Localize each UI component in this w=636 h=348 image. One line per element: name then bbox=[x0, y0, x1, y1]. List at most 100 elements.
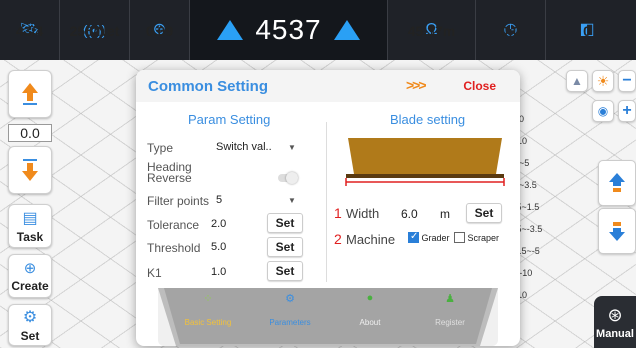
elevation-value: 4537 bbox=[255, 14, 322, 45]
dialog-title: Common Setting bbox=[148, 78, 268, 95]
up-triangle-icon bbox=[217, 20, 244, 40]
task-button[interactable]: ▤ Task bbox=[8, 204, 52, 248]
chevrons-icon: >>> bbox=[406, 77, 426, 93]
arrow-down-icon bbox=[22, 159, 38, 181]
arrow-down-icon bbox=[609, 222, 625, 241]
blade-section-title: Blade setting bbox=[390, 112, 466, 127]
width-label: Width bbox=[346, 206, 380, 221]
tab-basic-setting[interactable]: ⁘ Basic Setting bbox=[168, 292, 248, 327]
raise-button[interactable] bbox=[8, 70, 52, 118]
count-status: ◧ 0 bbox=[546, 0, 628, 60]
precision-status: ⊕ 0.09 bbox=[130, 0, 190, 60]
tab-label: Basic Setting bbox=[184, 318, 232, 327]
task-icon: ▤ bbox=[22, 210, 38, 227]
create-icon: ⊕ bbox=[23, 260, 37, 277]
tolerance-value[interactable]: 2.0 bbox=[211, 218, 226, 230]
dialog-tab-bar: ⁘ Basic Setting ⚙ Parameters ● About ♟ R… bbox=[158, 288, 498, 346]
arrow-up-icon bbox=[609, 173, 625, 192]
manual-mode-button[interactable]: ⊛ Manual bbox=[594, 296, 636, 348]
machine-label: Machine bbox=[346, 232, 396, 247]
offset-value: 0.0 bbox=[8, 124, 52, 142]
distance-status: Ω 45.37m bbox=[388, 0, 476, 60]
k1-value[interactable]: 1.0 bbox=[211, 266, 226, 278]
k1-set-button[interactable]: Set bbox=[267, 261, 303, 281]
satellite-status: 🛰 43/4 bbox=[0, 0, 60, 60]
machine-index: 2 bbox=[334, 231, 342, 247]
locate-button[interactable]: ◉ bbox=[592, 100, 614, 122]
zoom-in-button[interactable]: + bbox=[618, 100, 636, 122]
type-select[interactable]: Switch val.. bbox=[216, 141, 272, 153]
width-set-button[interactable]: Set bbox=[466, 203, 502, 223]
scraper-checkbox[interactable]: Scraper bbox=[454, 232, 500, 244]
tab-about[interactable]: ● About bbox=[330, 292, 410, 327]
tab-label: About bbox=[359, 318, 381, 327]
width-unit: m bbox=[440, 207, 450, 221]
settings-button[interactable]: ⚙ Set bbox=[8, 304, 52, 346]
network-value: 255/Net bbox=[69, 23, 120, 39]
locate-icon: ◉ bbox=[597, 104, 609, 118]
threshold-label: Threshold bbox=[147, 241, 201, 255]
grid-icon: ⁘ bbox=[203, 293, 213, 305]
scraper-label: Scraper bbox=[467, 233, 500, 243]
manual-label: Manual bbox=[596, 327, 634, 340]
tolerance-set-button[interactable]: Set bbox=[267, 213, 303, 233]
gear-icon: ⚙ bbox=[285, 293, 295, 305]
status-bar: 🛰 43/4 ((•)) 255/Net ⊕ 0.09 4537 Ω 45.37… bbox=[0, 0, 636, 60]
checkbox-unchecked-icon bbox=[454, 232, 465, 244]
count-value: 0 bbox=[583, 23, 591, 39]
precision-value: 0.09 bbox=[145, 23, 174, 39]
arrow-up-icon bbox=[22, 83, 38, 105]
type-label: Type bbox=[147, 141, 174, 155]
tolerance-label: Tolerance bbox=[147, 218, 200, 232]
day-night-button[interactable]: ☀ bbox=[592, 70, 614, 92]
create-button[interactable]: ⊕ Create bbox=[8, 254, 52, 298]
lower-blade-button[interactable] bbox=[598, 208, 636, 254]
heading-reverse-label-line2: Reverse bbox=[147, 171, 192, 185]
width-index: 1 bbox=[334, 205, 342, 221]
common-setting-dialog: Common Setting >>> Close Param Setting B… bbox=[136, 70, 520, 346]
elevation-display: 4537 bbox=[190, 0, 388, 60]
task-label: Task bbox=[16, 230, 44, 244]
tab-label: Parameters bbox=[269, 318, 311, 327]
sun-icon: ☀ bbox=[596, 72, 610, 89]
k1-label: K1 bbox=[147, 266, 162, 280]
satellite-count: 43/4 bbox=[15, 23, 44, 39]
section-divider bbox=[326, 122, 327, 282]
gear-icon: ⚙ bbox=[22, 309, 38, 326]
heading-reverse-label: Heading Reverse bbox=[147, 161, 192, 185]
steering-wheel-icon: ⊛ bbox=[607, 304, 623, 325]
blade-illustration bbox=[345, 138, 505, 186]
tab-label: Register bbox=[435, 318, 465, 327]
checkbox-checked-icon bbox=[408, 231, 419, 244]
raise-blade-button[interactable] bbox=[598, 160, 636, 206]
dropdown-arrow-icon[interactable]: ▼ bbox=[288, 196, 296, 205]
minus-icon: − bbox=[622, 72, 632, 89]
lower-button[interactable] bbox=[8, 146, 52, 194]
plus-icon: + bbox=[622, 102, 632, 119]
threshold-set-button[interactable]: Set bbox=[267, 237, 303, 257]
user-icon: ♟ bbox=[445, 293, 455, 305]
create-label: Create bbox=[11, 279, 49, 293]
threshold-value[interactable]: 5.0 bbox=[211, 241, 226, 253]
set-label: Set bbox=[20, 329, 40, 343]
distance-value: 45.37m bbox=[407, 23, 456, 39]
close-button[interactable]: Close bbox=[463, 79, 496, 93]
heading-reverse-toggle[interactable] bbox=[278, 172, 298, 184]
zoom-out-button[interactable]: − bbox=[618, 70, 636, 92]
tab-parameters[interactable]: ⚙ Parameters bbox=[250, 292, 330, 327]
dropdown-arrow-icon[interactable]: ▼ bbox=[288, 143, 296, 152]
mountain-icon: ▲ bbox=[571, 74, 583, 88]
timer-value: 0:0 bbox=[500, 23, 521, 39]
network-status: ((•)) 255/Net bbox=[60, 0, 130, 60]
grader-checkbox[interactable]: Grader bbox=[408, 231, 450, 244]
view-mode-button[interactable]: ▲ bbox=[566, 70, 588, 92]
dialog-header: Common Setting >>> Close bbox=[136, 70, 520, 102]
info-icon: ● bbox=[366, 292, 374, 304]
filter-points-select[interactable]: 5 bbox=[216, 194, 222, 206]
width-value[interactable]: 6.0 bbox=[401, 207, 418, 221]
grader-label: Grader bbox=[421, 233, 450, 243]
up-triangle-icon bbox=[333, 20, 360, 40]
param-section-title: Param Setting bbox=[188, 112, 271, 127]
timer-status: ◷ 0:0 bbox=[476, 0, 546, 60]
tab-register[interactable]: ♟ Register bbox=[410, 292, 490, 327]
